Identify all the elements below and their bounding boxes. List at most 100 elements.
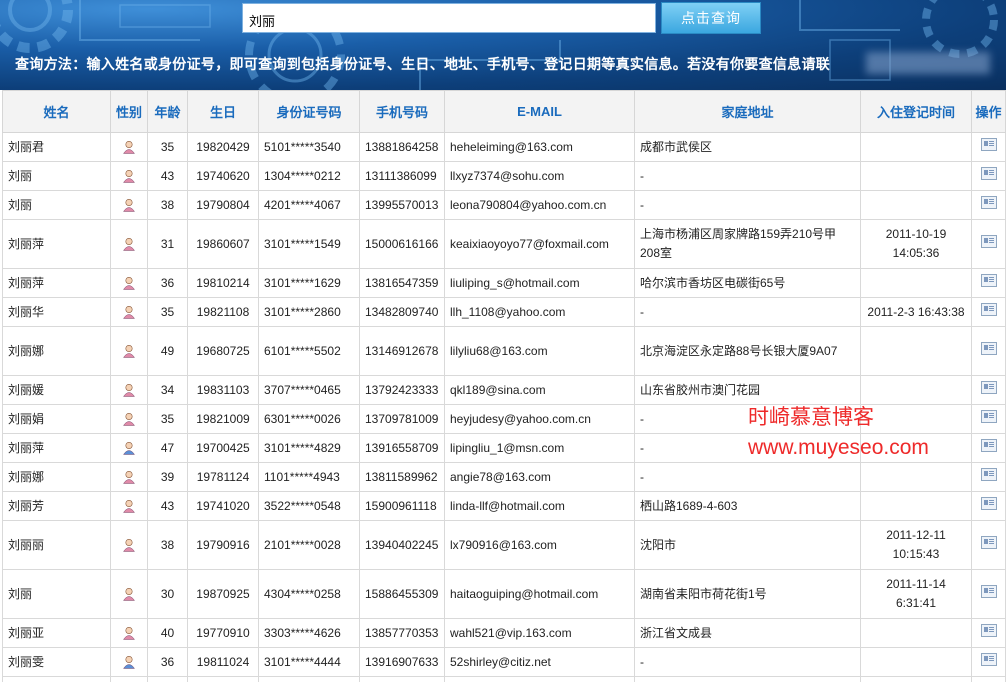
cell-email: wahl521@vip.163.com <box>444 618 635 648</box>
cell-checkin-time <box>860 647 972 677</box>
table-header-row: 姓名 性别 年龄 生日 身份证号码 手机号码 E-MAIL 家庭地址 入住登记时… <box>2 90 1006 133</box>
header-checkin-time: 入住登记时间 <box>860 90 972 133</box>
cell-id-number: 4304*****0258 <box>258 569 360 619</box>
view-details-icon[interactable] <box>980 467 997 481</box>
cell-email: liuliping_s@hotmail.com <box>444 268 635 298</box>
view-details-icon[interactable] <box>980 341 997 355</box>
checkin-date: 2011-10-19 <box>885 227 947 241</box>
view-details-icon[interactable] <box>980 166 997 180</box>
cell-id-number: 5101*****3540 <box>258 132 360 162</box>
results-table: 姓名 性别 年龄 生日 身份证号码 手机号码 E-MAIL 家庭地址 入住登记时… <box>2 90 1006 682</box>
cell-birthday: 19811024 <box>187 647 259 677</box>
cell-gender <box>110 491 148 521</box>
cell-action <box>971 219 1006 269</box>
cell-address: 沈阳市 <box>634 520 861 570</box>
cell-birthday: 19770214 <box>187 676 259 682</box>
table-row: 刘丽芳 43 19741020 3522*****0548 15900961118 lin… <box>2 491 1006 521</box>
cell-gender <box>110 375 148 405</box>
cell-id-number: 1101*****4943 <box>258 462 360 492</box>
cell-gender <box>110 132 148 162</box>
cell-action <box>971 462 1006 492</box>
cell-age: 40 <box>147 676 188 682</box>
cell-birthday: 19790916 <box>187 520 259 570</box>
table-row: 刘丽雯 36 19811024 3101*****4444 13916907633 52s… <box>2 647 1006 677</box>
watermark-url: www.muyeseo.com <box>748 436 929 459</box>
female-user-icon <box>123 588 135 602</box>
view-details-icon[interactable] <box>980 137 997 151</box>
table-row: 刘丽 38 19790804 4201*****4067 13995570013 leon… <box>2 190 1006 220</box>
cell-action <box>971 132 1006 162</box>
cell-name: 刘丽媛 <box>2 375 111 405</box>
view-details-icon[interactable] <box>980 195 997 209</box>
table-row: 刘丽媛 34 19831103 3707*****0465 13792423333 qkl… <box>2 375 1006 405</box>
cell-id-number: 3101*****2860 <box>258 297 360 327</box>
cell-name: 刘丽 <box>2 190 111 220</box>
view-details-icon[interactable] <box>980 409 997 423</box>
cell-age: 40 <box>147 618 188 648</box>
cell-age: 49 <box>147 326 188 376</box>
view-details-icon[interactable] <box>980 302 997 316</box>
view-details-icon[interactable] <box>980 496 997 510</box>
cell-action <box>971 569 1006 619</box>
cell-checkin-time <box>860 326 972 376</box>
cell-gender <box>110 161 148 191</box>
cell-phone: 15900961118 <box>359 491 445 521</box>
cell-name: 刘丽雯 <box>2 676 111 682</box>
cell-address: - <box>634 462 861 492</box>
checkin-clock: 6:31:41 <box>895 596 937 610</box>
cell-id-number: 6101*****5502 <box>258 326 360 376</box>
cell-id-number: 6301*****0026 <box>258 404 360 434</box>
cell-birthday: 19680725 <box>187 326 259 376</box>
cell-action <box>971 491 1006 521</box>
cell-email: lilyliu68@163.com <box>444 326 635 376</box>
view-details-icon[interactable] <box>980 535 997 549</box>
cell-age: 43 <box>147 161 188 191</box>
cell-id-number: 3101*****4444 <box>258 647 360 677</box>
cell-birthday: 19700425 <box>187 433 259 463</box>
cell-email: lx790916@163.com <box>444 520 635 570</box>
view-details-icon[interactable] <box>980 623 997 637</box>
cell-gender <box>110 268 148 298</box>
cell-address: 上海市杨浦区周家牌路159弄210号甲208室 <box>634 219 861 269</box>
view-details-icon[interactable] <box>980 380 997 394</box>
cell-email: keaixiaoyoyo77@foxmail.com <box>444 219 635 269</box>
cell-birthday: 19831103 <box>187 375 259 405</box>
view-details-icon[interactable] <box>980 273 997 287</box>
table-row: 刘丽雯 40197702143101*****250813916825338llw… <box>2 676 1006 682</box>
checkin-date: 2011-12-11 <box>886 528 946 542</box>
cell-checkin-time <box>860 190 972 220</box>
view-details-icon[interactable] <box>980 234 997 248</box>
cell-action <box>971 375 1006 405</box>
female-user-icon <box>123 306 135 320</box>
female-user-icon <box>123 141 135 155</box>
header-birthday: 生日 <box>187 90 259 133</box>
female-user-icon <box>123 345 135 359</box>
search-button[interactable]: 点击查询 <box>661 2 761 34</box>
cell-checkin-time <box>860 676 972 682</box>
cell-name: 刘丽君 <box>2 132 111 162</box>
cell-address: 湖南省耒阳市荷花街1号 <box>634 569 861 619</box>
view-details-icon[interactable] <box>980 438 997 452</box>
female-user-icon <box>123 413 135 427</box>
cell-age: 31 <box>147 219 188 269</box>
cell-birthday: 19781124 <box>187 462 259 492</box>
cell-gender <box>110 404 148 434</box>
cell-gender <box>110 520 148 570</box>
cell-address: - <box>634 676 861 682</box>
header-address: 家庭地址 <box>634 90 861 133</box>
cell-birthday: 19770910 <box>187 618 259 648</box>
search-input[interactable]: 刘丽 <box>242 3 656 33</box>
view-details-icon[interactable] <box>980 584 997 598</box>
cell-birthday: 19860607 <box>187 219 259 269</box>
cell-checkin-time: 2011-10-19 14:05:36 <box>860 219 972 269</box>
header-age: 年龄 <box>147 90 188 133</box>
cell-phone: 13709781009 <box>359 404 445 434</box>
female-user-icon <box>123 539 135 553</box>
cell-address: - <box>634 297 861 327</box>
checkin-date: 2011-2-3 16:43:38 <box>867 304 965 319</box>
cell-age: 36 <box>147 268 188 298</box>
cell-birthday: 19810214 <box>187 268 259 298</box>
cell-checkin-time <box>860 132 972 162</box>
cell-action <box>971 161 1006 191</box>
view-details-icon[interactable] <box>980 652 997 666</box>
